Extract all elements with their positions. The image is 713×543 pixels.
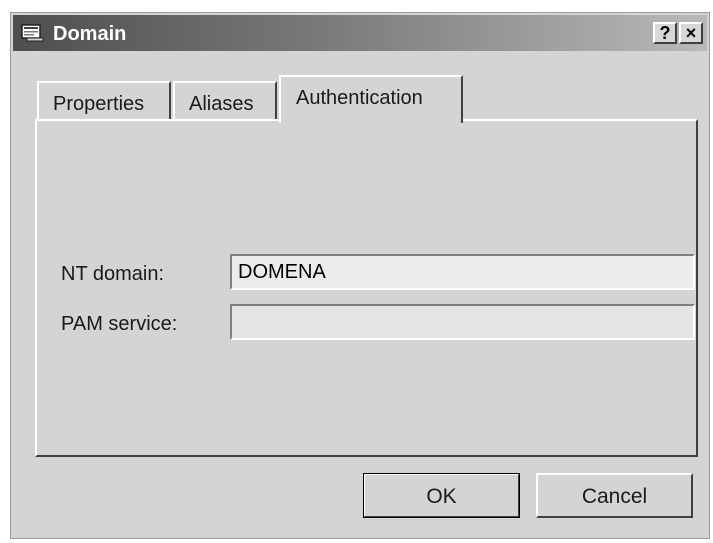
pam-service-label: PAM service:: [61, 313, 178, 335]
pam-service-field[interactable]: [230, 304, 695, 340]
tab-label: Authentication: [296, 87, 423, 109]
authentication-panel: NT domain: PAM service:: [35, 119, 698, 457]
cancel-button[interactable]: Cancel: [536, 473, 693, 518]
help-icon: ?: [659, 23, 671, 43]
domain-window-icon: [21, 24, 44, 42]
tab-authentication[interactable]: Authentication: [279, 75, 463, 123]
window-title: Domain: [53, 23, 127, 45]
tab-aliases[interactable]: Aliases: [173, 81, 277, 121]
close-button[interactable]: ×: [679, 22, 703, 44]
nt-domain-label: NT domain:: [61, 263, 165, 285]
help-button[interactable]: ?: [653, 22, 677, 44]
nt-domain-field[interactable]: [230, 254, 695, 290]
title-bar[interactable]: Domain ? ×: [13, 15, 707, 51]
tab-label: Properties: [53, 93, 145, 115]
tab-properties[interactable]: Properties: [37, 81, 171, 121]
ok-button[interactable]: OK: [363, 473, 520, 518]
domain-dialog: Domain ? × Properties Aliases NT domain:…: [10, 12, 710, 539]
tab-label: Aliases: [189, 93, 254, 115]
close-icon: ×: [685, 23, 697, 43]
